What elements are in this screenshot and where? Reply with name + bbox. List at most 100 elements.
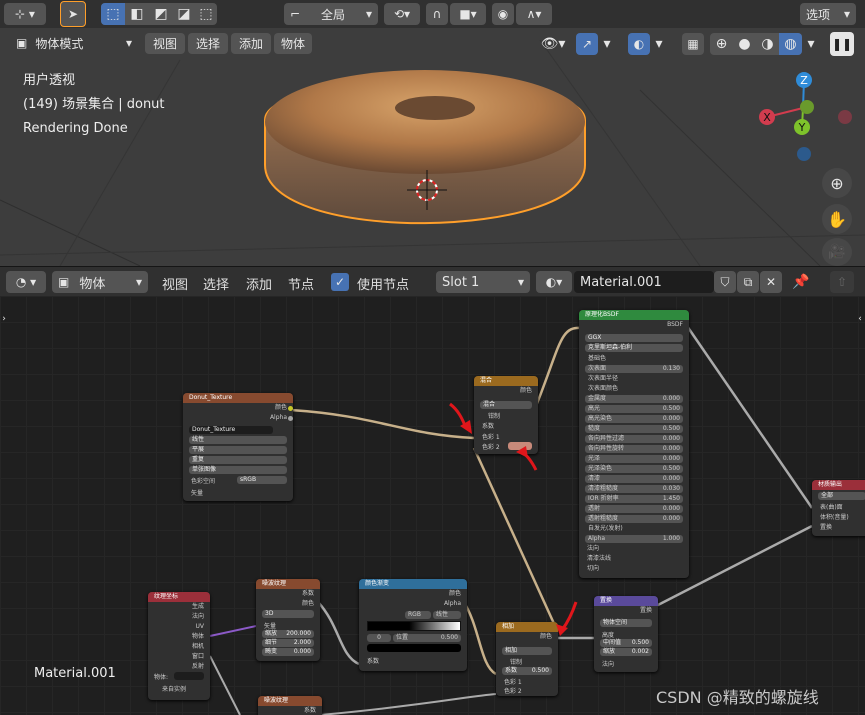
- mode-dropdown[interactable]: ▣ 物体模式 ▾: [10, 32, 138, 54]
- chevron-down-icon[interactable]: ▾: [652, 33, 666, 55]
- node-editor-canvas[interactable]: Donut_Texture 颜色 Alpha Donut_Texture 线性 …: [0, 296, 865, 715]
- object-icon: ▣: [58, 275, 70, 289]
- pivot-point-button[interactable]: ⟲▾: [384, 3, 420, 25]
- copy-icon: ⧉: [743, 274, 753, 289]
- shader-type-dropdown[interactable]: ▣ 物体 ▾: [52, 271, 148, 293]
- shading-group: ⊕ ● ◑ ◍: [710, 33, 802, 55]
- camera-icon[interactable]: 🎥: [822, 238, 852, 266]
- snap-square-icon: ■▾: [459, 7, 477, 21]
- texcoord-output: 窗口: [191, 653, 204, 660]
- displacement-node[interactable]: 置换 置换 物体空间 高度 中间值 0.500 缩放 0.002 法向: [594, 596, 658, 672]
- editor-type-button[interactable]: ⊹ ▾: [4, 3, 46, 25]
- overlays-toggle[interactable]: ◐: [628, 33, 650, 55]
- menu-select[interactable]: 选择: [203, 274, 229, 293]
- editor-type-button[interactable]: ◔ ▾: [6, 271, 46, 293]
- menu-add[interactable]: 添加: [246, 274, 272, 293]
- material-preview-icon[interactable]: ◑: [756, 33, 779, 55]
- select-new-icon[interactable]: ⬚: [101, 3, 125, 25]
- material-label: Material.001: [34, 666, 116, 681]
- pivot-icon: ⟲▾: [393, 7, 411, 21]
- parent-node-tree-button[interactable]: ⇧: [830, 271, 854, 293]
- overlay-circles-icon: ◐: [633, 37, 645, 51]
- chevron-down-icon: ▾: [135, 275, 142, 289]
- select-mode-group: ⬚ ◧ ◩ ◪ ⬚: [101, 3, 217, 25]
- chevron-down-icon: ▾: [365, 7, 372, 21]
- 3d-viewport[interactable]: ⊹ ▾ ➤ ⬚ ◧ ◩ ◪ ⬚ ⌐ 全局 ▾ ⟲▾ ∩ ■▾ ◉ ∧▾ 选项 ▾…: [0, 0, 865, 266]
- fake-user-button[interactable]: ⛉: [714, 271, 736, 293]
- texcoord-output: 法向: [191, 613, 204, 620]
- select-subtract-icon[interactable]: ◩: [149, 3, 173, 25]
- texture-coordinate-node[interactable]: 纹理坐标 生成 法向 UV 物体 相机 窗口 反射 物体: 来自实例: [148, 592, 210, 700]
- snap-target-button[interactable]: ■▾: [450, 3, 486, 25]
- use-nodes-checkbox[interactable]: ✓: [331, 273, 349, 291]
- rendered-icon[interactable]: ◍: [779, 33, 802, 55]
- render-status: Rendering Done: [23, 121, 128, 136]
- magnet-icon: ∩: [432, 7, 442, 21]
- unlink-material-button[interactable]: ✕: [760, 271, 782, 293]
- chevron-down-icon[interactable]: ▾: [804, 33, 818, 55]
- noise-texture-node[interactable]: 噪波纹理 系数 颜色 3D 矢量 缩放 200.000 细节 2.000 畸变 0.0…: [256, 579, 320, 661]
- chevron-right-icon[interactable]: ›: [0, 312, 8, 326]
- material-output-node[interactable]: 材质输出 全部 表(曲)面 体积(音量) 置换: [812, 480, 865, 536]
- chevron-down-icon: ▾: [843, 7, 850, 21]
- navigation-gizmo[interactable]: Z Y X: [755, 70, 855, 165]
- select-extend-icon[interactable]: ◧: [125, 3, 149, 25]
- pin-icon[interactable]: 📌: [790, 271, 812, 293]
- menu-select[interactable]: 选择: [188, 33, 228, 54]
- bsdf-input-row[interactable]: 次表面 0.130: [585, 365, 683, 373]
- texcoord-output: 物体: [191, 633, 204, 640]
- browse-material-button[interactable]: ◐▾: [536, 271, 572, 293]
- socket-icon[interactable]: [288, 406, 293, 411]
- node-editor-icon: ◔ ▾: [15, 275, 37, 289]
- select-invert-icon[interactable]: ◪: [173, 3, 195, 25]
- select-intersect-icon[interactable]: ⬚: [195, 3, 217, 25]
- slot-dropdown[interactable]: Slot 1 ▾: [436, 271, 530, 293]
- node-title: Donut_Texture: [183, 393, 293, 403]
- xray-toggle[interactable]: ▦: [682, 33, 704, 55]
- menu-object[interactable]: 物体: [274, 33, 312, 54]
- menu-add[interactable]: 添加: [231, 33, 271, 54]
- select-tool-button[interactable]: ➤: [60, 1, 86, 27]
- socket-icon[interactable]: [288, 416, 293, 421]
- bsdf-input-row[interactable]: 次表面半径: [585, 375, 683, 383]
- solid-icon[interactable]: ●: [733, 33, 756, 55]
- image-field[interactable]: Donut_Texture: [189, 426, 273, 434]
- image-texture-node[interactable]: Donut_Texture 颜色 Alpha Donut_Texture 线性 …: [183, 393, 293, 501]
- pause-render-button[interactable]: ❚❚: [830, 32, 854, 56]
- cursor-arrow-icon: ➤: [67, 7, 79, 21]
- bsdf-input-row[interactable]: 基础色: [585, 355, 683, 363]
- menu-view[interactable]: 视图: [162, 274, 188, 293]
- annotation-arrows: [449, 402, 578, 636]
- visibility-icon[interactable]: 👁▾: [536, 33, 570, 55]
- pan-hand-icon[interactable]: ✋: [822, 204, 852, 234]
- wireframe-icon[interactable]: ⊕: [710, 33, 733, 55]
- duplicate-material-button[interactable]: ⧉: [737, 271, 759, 293]
- texcoord-output: 相机: [191, 643, 204, 650]
- object-picker[interactable]: [174, 672, 204, 680]
- donut-object[interactable]: [255, 60, 595, 250]
- object-mode-icon: ▣: [16, 36, 28, 50]
- gizmo-arrow-icon: ↗: [581, 37, 593, 51]
- proportional-edit-toggle[interactable]: ◉: [492, 3, 514, 25]
- shield-icon: ⛉: [720, 274, 730, 289]
- menu-node[interactable]: 节点: [288, 274, 314, 293]
- chevron-down-icon[interactable]: ▾: [600, 33, 614, 55]
- falloff-dropdown[interactable]: ∧▾: [516, 3, 552, 25]
- watermark: CSDN @精致的螺旋线: [656, 688, 819, 707]
- texcoord-output: UV: [195, 623, 205, 630]
- transform-orientation-dropdown[interactable]: ⌐ 全局 ▾: [284, 3, 378, 25]
- chevron-down-icon: ▾: [517, 275, 524, 289]
- chevron-left-icon[interactable]: ‹: [856, 312, 864, 326]
- gizmo-toggle[interactable]: ↗: [576, 33, 598, 55]
- noise-texture-node-2[interactable]: 噪波纹理 系数: [258, 696, 322, 715]
- pause-icon: ❚❚: [831, 37, 853, 51]
- menu-view[interactable]: 视图: [145, 33, 185, 54]
- gizmo-x-label: X: [763, 111, 771, 124]
- material-name-field[interactable]: Material.001: [574, 271, 714, 293]
- options-dropdown[interactable]: 选项 ▾: [800, 3, 856, 25]
- texcoord-output: 反射: [191, 663, 204, 670]
- snap-toggle[interactable]: ∩: [426, 3, 448, 25]
- bsdf-input-row[interactable]: 次表面颜色: [585, 385, 683, 393]
- zoom-icon[interactable]: ⊕: [822, 168, 852, 198]
- use-nodes-label: 使用节点: [357, 278, 410, 293]
